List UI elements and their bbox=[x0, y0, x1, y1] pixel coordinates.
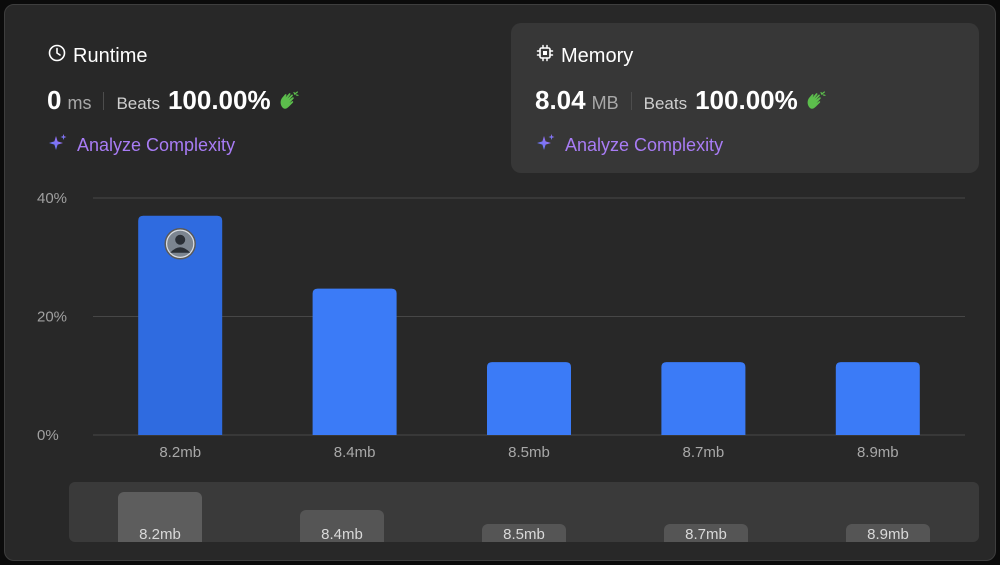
x-tick-label: 8.2mb bbox=[159, 444, 201, 461]
x-tick-label: 8.4mb bbox=[334, 444, 376, 461]
y-tick-label: 0% bbox=[37, 427, 59, 444]
mini-bar[interactable]: 8.7mb bbox=[664, 524, 748, 542]
mini-bar[interactable]: 8.5mb bbox=[482, 524, 566, 542]
x-tick-label: 8.9mb bbox=[857, 444, 899, 461]
memory-distribution-panel: Runtime 0 ms Beats 100.00% Analyze Compl… bbox=[4, 4, 996, 561]
chart-range-scroller[interactable]: 8.2mb 8.4mb 8.5mb 8.7mb 8.9mb bbox=[69, 482, 979, 542]
bar-8-7mb[interactable] bbox=[661, 362, 746, 435]
x-tick-label: 8.7mb bbox=[683, 444, 725, 461]
x-tick-label: 8.5mb bbox=[508, 444, 550, 461]
bar-8-4mb[interactable] bbox=[312, 288, 397, 435]
bar-8-5mb[interactable] bbox=[487, 362, 571, 435]
mini-bar[interactable]: 8.9mb bbox=[846, 524, 930, 542]
y-tick-label: 20% bbox=[37, 309, 67, 326]
memory-distribution-chart: 0% 20% 40% 8.2mb 8.4mb 8.5mb 8.7mb 8.9mb bbox=[37, 190, 965, 461]
mini-bar[interactable]: 8.4mb bbox=[300, 510, 384, 542]
user-avatar bbox=[164, 228, 196, 260]
y-tick-label: 40% bbox=[37, 190, 67, 207]
bar-8-9mb[interactable] bbox=[835, 362, 920, 435]
mini-bar[interactable]: 8.2mb bbox=[118, 492, 202, 542]
